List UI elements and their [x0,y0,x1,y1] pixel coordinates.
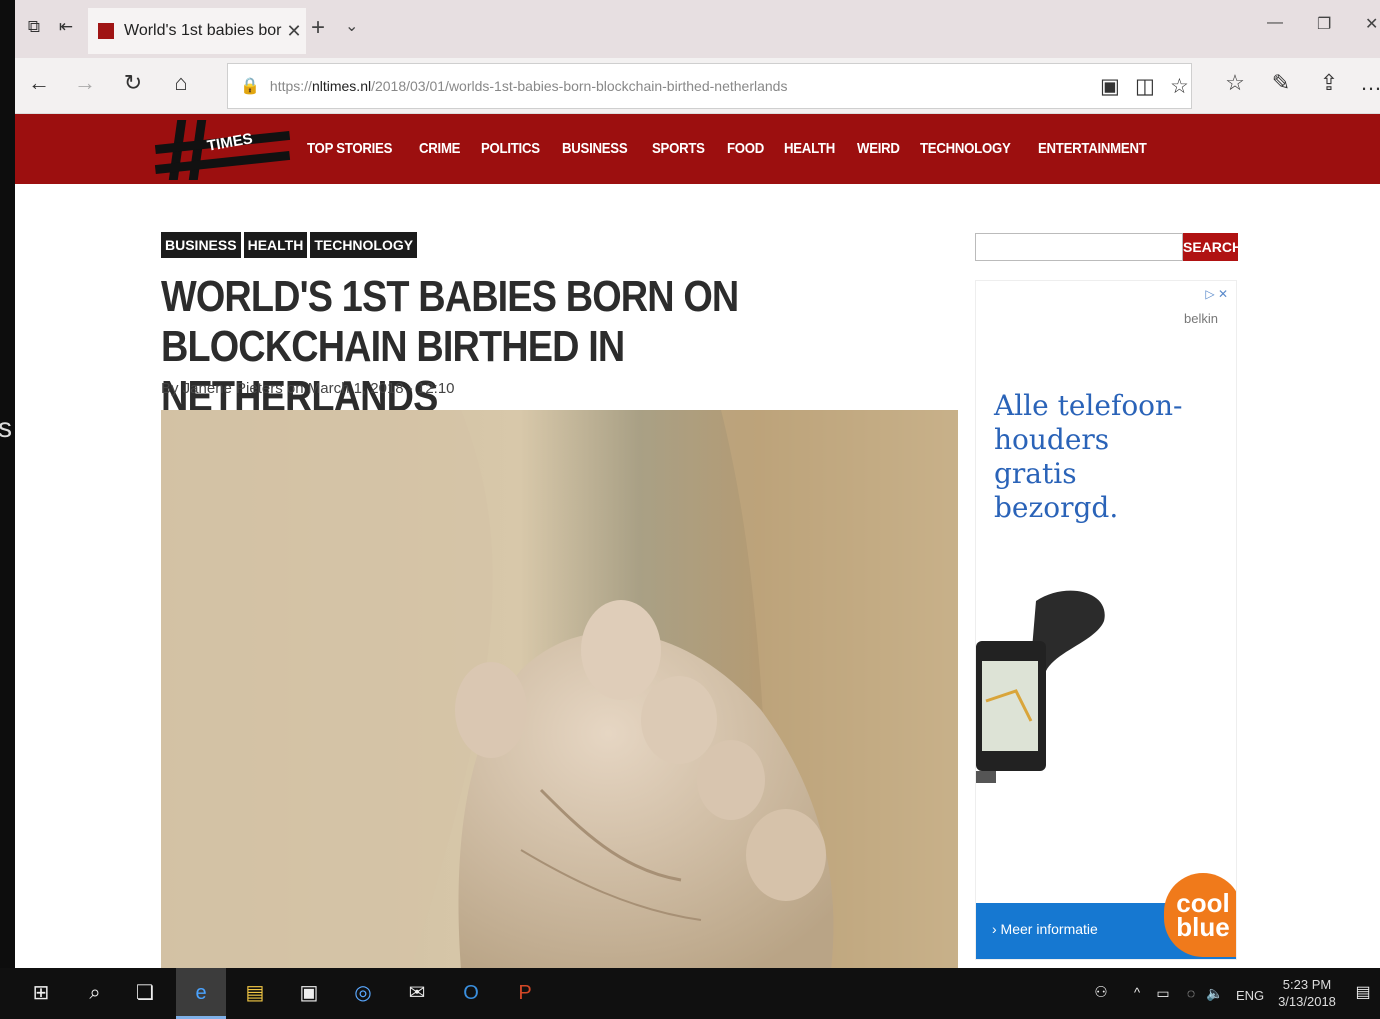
refresh-icon[interactable]: ↻ [117,70,149,96]
powerpoint-icon[interactable]: P [510,978,540,1008]
phone-holder-image [976,590,1105,783]
nav-health[interactable]: HEALTH [784,140,835,157]
tab-close-icon[interactable]: ✕ [282,21,306,42]
nav-top-stories[interactable]: TOP STORIES [307,140,392,157]
screen: s ⧉ ⇤ World's 1st babies born ✕ + ⌄ — ❐ … [0,0,1380,1019]
favorites-hub-icon[interactable]: ☆ [1219,70,1251,96]
outlook-icon[interactable]: O [456,978,486,1008]
web-note-icon[interactable]: ✎ [1265,70,1297,96]
favorite-star-icon[interactable]: ☆ [1170,74,1189,99]
site-favicon-icon [98,23,114,39]
search-input[interactable] [975,233,1183,261]
tag-business[interactable]: BUSINESS [161,232,241,258]
set-aside-tabs-icon[interactable]: ⇤ [55,16,77,38]
address-toolbar: ← → ↻ ⌂ 🔒 https://nltimes.nl/2018/03/01/… [15,58,1380,114]
tab-title: World's 1st babies born [124,22,282,39]
tab-active[interactable]: World's 1st babies born ✕ [88,8,306,54]
nav-crime[interactable]: CRIME [419,140,460,157]
main-navigation: TOP STORIES CRIME POLITICS BUSINESS SPOR… [307,140,1161,157]
reading-view-icon[interactable]: ▣ [1100,74,1120,99]
file-explorer-icon[interactable]: ▤ [240,978,270,1008]
home-icon[interactable]: ⌂ [165,70,197,96]
clock-time: 5:23 PM [1282,977,1332,992]
tab-preview-icon[interactable]: ⧉ [23,16,45,38]
search-button[interactable]: SEARCH [1183,233,1242,261]
forward-arrow-icon[interactable]: → [69,70,101,96]
address-bar[interactable]: 🔒 https://nltimes.nl/2018/03/01/worlds-1… [227,63,1192,109]
close-window-button[interactable]: ✕ [1365,14,1378,34]
search-icon[interactable]: ⌕ [80,978,110,1008]
site-logo[interactable]: TIMES [154,120,291,180]
desktop-edge: s [0,0,15,968]
ad-brand: belkin [1184,311,1218,326]
site-header: TIMES TOP STORIES CRIME POLITICS BUSINES… [15,114,1380,184]
language-indicator[interactable]: ENG [1236,988,1264,1003]
adchoices-icon[interactable]: ▷ ✕ [1205,287,1228,301]
ad-copy: Alle telefoon-houders gratis bezorgd. [994,389,1183,524]
safari-compass-icon[interactable]: ◎ [348,978,378,1008]
book-icon[interactable]: ◫ [1135,74,1155,99]
edge-icon[interactable]: e [186,978,216,1008]
nav-entertainment[interactable]: ENTERTAINMENT [1038,140,1147,157]
windows-start-icon[interactable]: ⊞ [26,978,56,1008]
clock-date: 3/13/2018 [1278,994,1336,1009]
article-hero-image [161,410,958,968]
tab-bar: ⧉ ⇤ World's 1st babies born ✕ + ⌄ — ❐ ✕ [15,0,1380,58]
nav-sports[interactable]: SPORTS [652,140,705,157]
nav-weird[interactable]: WEIRD [857,140,900,157]
nav-technology[interactable]: TECHNOLOGY [920,140,1011,157]
store-icon[interactable]: ▣ [294,978,324,1008]
volume-icon[interactable]: 🔈 [1200,978,1230,1008]
task-view-icon[interactable]: ❏ [130,978,160,1008]
article-byline: By Janene Pieters on March 1, 2018 - 12:… [161,380,455,397]
new-tab-button[interactable]: + [311,14,325,42]
nav-politics[interactable]: POLITICS [481,140,540,157]
back-arrow-icon[interactable]: ← [23,70,55,96]
people-icon[interactable]: ⚇ [1086,978,1116,1008]
lock-icon: 🔒 [240,78,260,95]
tag-technology[interactable]: TECHNOLOGY [310,232,418,258]
taskbar: ⊞ ⌕ ❏ e ▤ ▣ ◎ ✉ O P ⚇ ^ ▭ ◌ 🔈 ENG 5:23 P… [0,968,1380,1019]
article-headline: WORLD'S 1ST BABIES BORN ON BLOCKCHAIN BI… [161,272,739,421]
share-icon[interactable]: ⇪ [1313,70,1345,96]
nav-business[interactable]: BUSINESS [562,140,628,157]
clock[interactable]: 5:23 PM 3/13/2018 [1274,976,1340,1010]
restore-button[interactable]: ❐ [1317,14,1331,34]
chevron-down-icon[interactable]: ⌄ [345,16,358,36]
notifications-icon[interactable]: ▤ [1348,978,1378,1008]
browser-window: ⧉ ⇤ World's 1st babies born ✕ + ⌄ — ❐ ✕ … [15,0,1380,968]
url-text: https://nltimes.nl/2018/03/01/worlds-1st… [269,78,788,94]
coolblue-logo: cool blue [1164,873,1236,957]
article-tags: BUSINESS HEALTH TECHNOLOGY [161,232,418,258]
battery-icon[interactable]: ▭ [1148,978,1178,1008]
tag-health[interactable]: HEALTH [243,232,308,258]
minimize-button[interactable]: — [1267,14,1283,32]
advertisement[interactable]: ▷ ✕ belkin Alle telefoon-houders gratis … [975,280,1237,960]
nav-food[interactable]: FOOD [727,140,764,157]
mail-icon[interactable]: ✉ [402,978,432,1008]
stray-text: s [0,412,12,443]
logo-text: TIMES [205,130,254,155]
more-menu-icon[interactable]: … [1355,70,1380,96]
